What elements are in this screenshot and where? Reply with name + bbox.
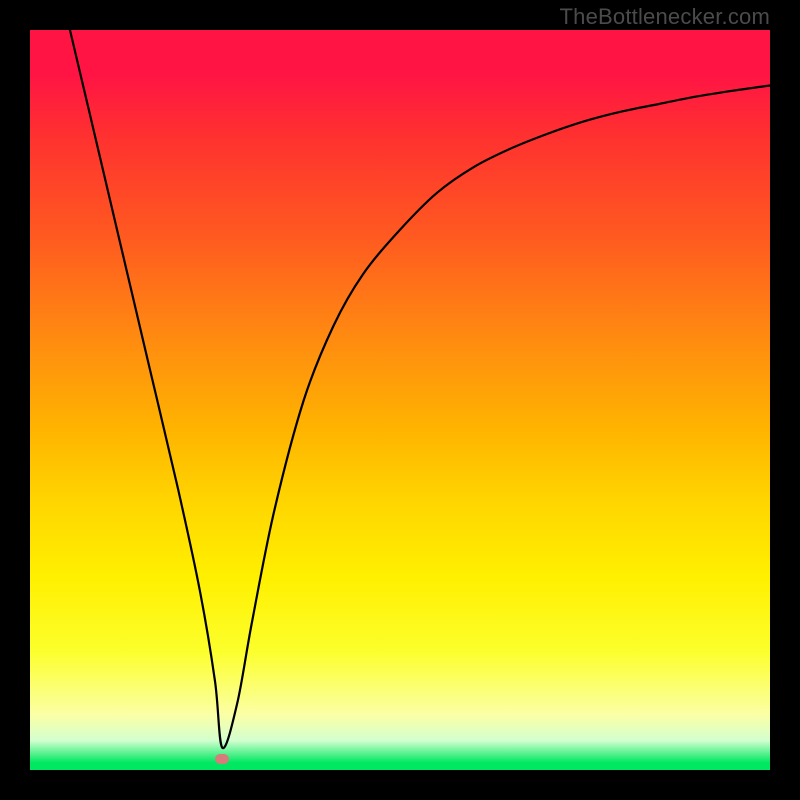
plot-area [30, 30, 770, 770]
chart-frame: TheBottlenecker.com [0, 0, 800, 800]
optimum-marker [215, 754, 229, 764]
bottleneck-curve [30, 30, 770, 770]
watermark-label: TheBottlenecker.com [560, 4, 770, 30]
